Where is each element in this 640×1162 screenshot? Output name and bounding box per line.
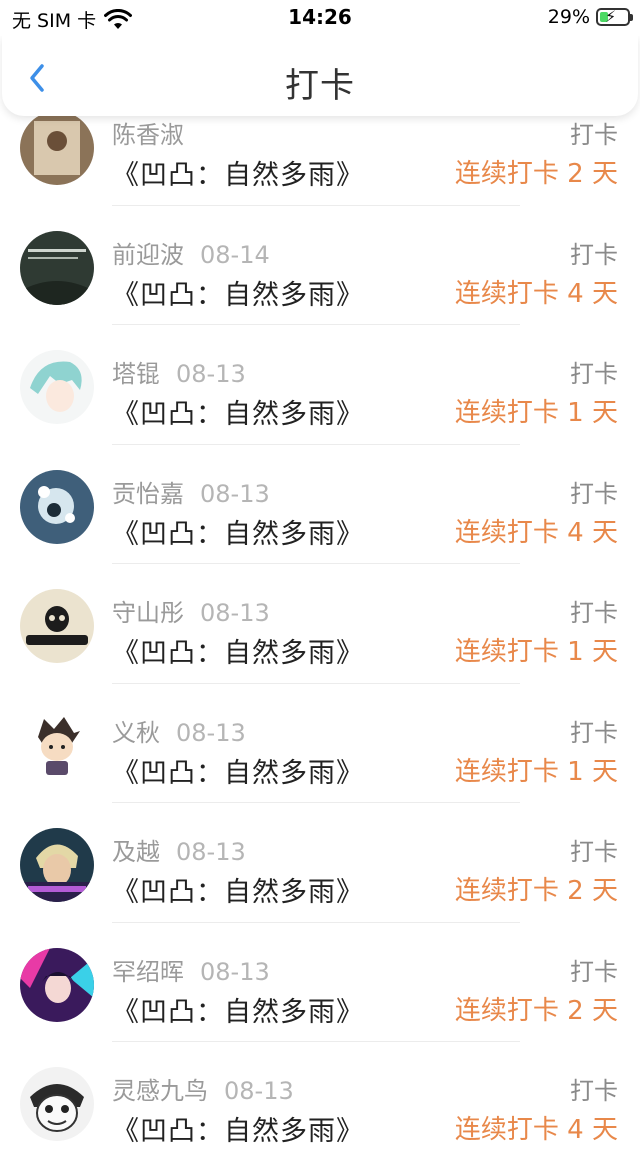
user-name: 及越 [112, 838, 160, 866]
list-item[interactable]: 罕绍晖 08-13 打卡 《凹凸：自然多雨》 连续打卡 2 天 [0, 923, 640, 1042]
checkin-action-label: 打卡 [570, 360, 618, 388]
user-name: 灵感九鸟 [112, 1077, 208, 1105]
user-name: 陈香淑 [112, 121, 184, 149]
user-meta: 塔锟 08-13 [112, 354, 246, 389]
book-title: 《凹凸：自然多雨》 [112, 996, 364, 1028]
user-name: 守山彤 [112, 599, 184, 627]
avatar[interactable] [20, 589, 94, 663]
checkin-action-label: 打卡 [570, 479, 618, 508]
checkin-action-label: 打卡 [570, 599, 618, 627]
user-meta: 灵感九鸟 08-13 [112, 1071, 294, 1106]
book-title: 《凹凸：自然多雨》 [112, 160, 364, 191]
user-meta: 陈香淑 [112, 115, 200, 150]
book-title: 《凹凸：自然多雨》 [112, 1116, 364, 1147]
checkin-date: 08-13 [200, 599, 270, 627]
checkin-action-label: 打卡 [570, 957, 618, 986]
battery-group: 29% ⚡ [547, 6, 633, 28]
user-meta: 义秋 08-13 [112, 713, 246, 748]
avatar[interactable] [20, 947, 94, 1022]
user-name: 前迎波 [112, 240, 184, 269]
streak-label: 连续打卡 2 天 [454, 159, 618, 189]
user-name: 义秋 [112, 718, 160, 747]
checkin-action-label: 打卡 [570, 838, 618, 866]
checkin-date: 08-13 [176, 718, 246, 747]
avatar[interactable] [20, 111, 94, 185]
user-meta: 守山彤 08-13 [112, 593, 270, 628]
list-item[interactable]: 贡怡嘉 08-13 打卡 《凹凸：自然多雨》 连续打卡 4 天 [0, 445, 640, 564]
user-name: 罕绍晖 [112, 957, 184, 986]
checkin-date: 08-13 [224, 1077, 294, 1105]
book-title: 《凹凸：自然多雨》 [112, 279, 364, 311]
clock: 14:26 [288, 5, 352, 29]
book-title: 《凹凸：自然多雨》 [112, 399, 364, 430]
battery-icon: ⚡ [596, 7, 633, 26]
checkin-date: 08-13 [176, 360, 246, 388]
checkin-action-label: 打卡 [570, 718, 618, 747]
streak-label: 连续打卡 1 天 [454, 398, 618, 428]
charging-bolt-icon: ⚡ [605, 7, 617, 26]
checkin-date: 08-13 [176, 838, 246, 866]
user-name: 塔锟 [112, 360, 160, 388]
book-title: 《凹凸：自然多雨》 [112, 638, 364, 669]
avatar[interactable] [20, 1067, 94, 1141]
list-item[interactable]: 守山彤 08-13 打卡 《凹凸：自然多雨》 连续打卡 1 天 [0, 564, 640, 684]
page-title: 打卡 [285, 66, 355, 106]
checkin-action-label: 打卡 [570, 240, 618, 269]
avatar[interactable] [20, 708, 94, 783]
list-item[interactable]: 塔锟 08-13 打卡 《凹凸：自然多雨》 连续打卡 1 天 [0, 325, 640, 445]
streak-label: 连续打卡 4 天 [454, 278, 618, 309]
book-title: 《凹凸：自然多雨》 [112, 518, 364, 550]
list-item[interactable]: 灵感九鸟 08-13 打卡 《凹凸：自然多雨》 连续打卡 4 天 [0, 1042, 640, 1162]
avatar[interactable] [20, 230, 94, 305]
user-meta: 罕绍晖 08-13 [112, 952, 270, 987]
checkin-action-label: 打卡 [570, 121, 618, 149]
streak-label: 连续打卡 4 天 [454, 1115, 618, 1145]
checkin-date: 08-14 [200, 240, 270, 269]
user-meta: 贡怡嘉 08-13 [112, 474, 270, 509]
streak-label: 连续打卡 2 天 [454, 876, 618, 906]
book-title: 《凹凸：自然多雨》 [112, 877, 364, 908]
user-meta: 及越 08-13 [112, 832, 246, 867]
nav-bar: 打卡 [2, 36, 638, 116]
avatar[interactable] [20, 828, 94, 902]
checkin-date: 08-13 [200, 957, 270, 986]
list-item[interactable]: 前迎波 08-14 打卡 《凹凸：自然多雨》 连续打卡 4 天 [0, 206, 640, 325]
avatar[interactable] [20, 350, 94, 424]
avatar[interactable] [20, 469, 94, 544]
checkin-list: 陈香淑 打卡 《凹凸：自然多雨》 连续打卡 2 天 前迎波 08-14 打卡 《凹… [0, 86, 640, 1162]
checkin-date: 08-13 [200, 479, 270, 508]
list-item[interactable]: 及越 08-13 打卡 《凹凸：自然多雨》 连续打卡 2 天 [0, 803, 640, 923]
streak-label: 连续打卡 1 天 [454, 637, 618, 667]
streak-label: 连续打卡 2 天 [454, 995, 618, 1026]
book-title: 《凹凸：自然多雨》 [112, 757, 364, 789]
list-item[interactable]: 义秋 08-13 打卡 《凹凸：自然多雨》 连续打卡 1 天 [0, 684, 640, 803]
streak-label: 连续打卡 4 天 [454, 517, 618, 548]
user-name: 贡怡嘉 [112, 479, 184, 508]
streak-label: 连续打卡 1 天 [454, 756, 618, 787]
battery-percent: 29% [547, 6, 590, 28]
status-bar: 无 SIM 卡 14:26 29% ⚡ [0, 0, 640, 36]
checkin-action-label: 打卡 [570, 1077, 618, 1105]
user-meta: 前迎波 08-14 [112, 235, 270, 270]
